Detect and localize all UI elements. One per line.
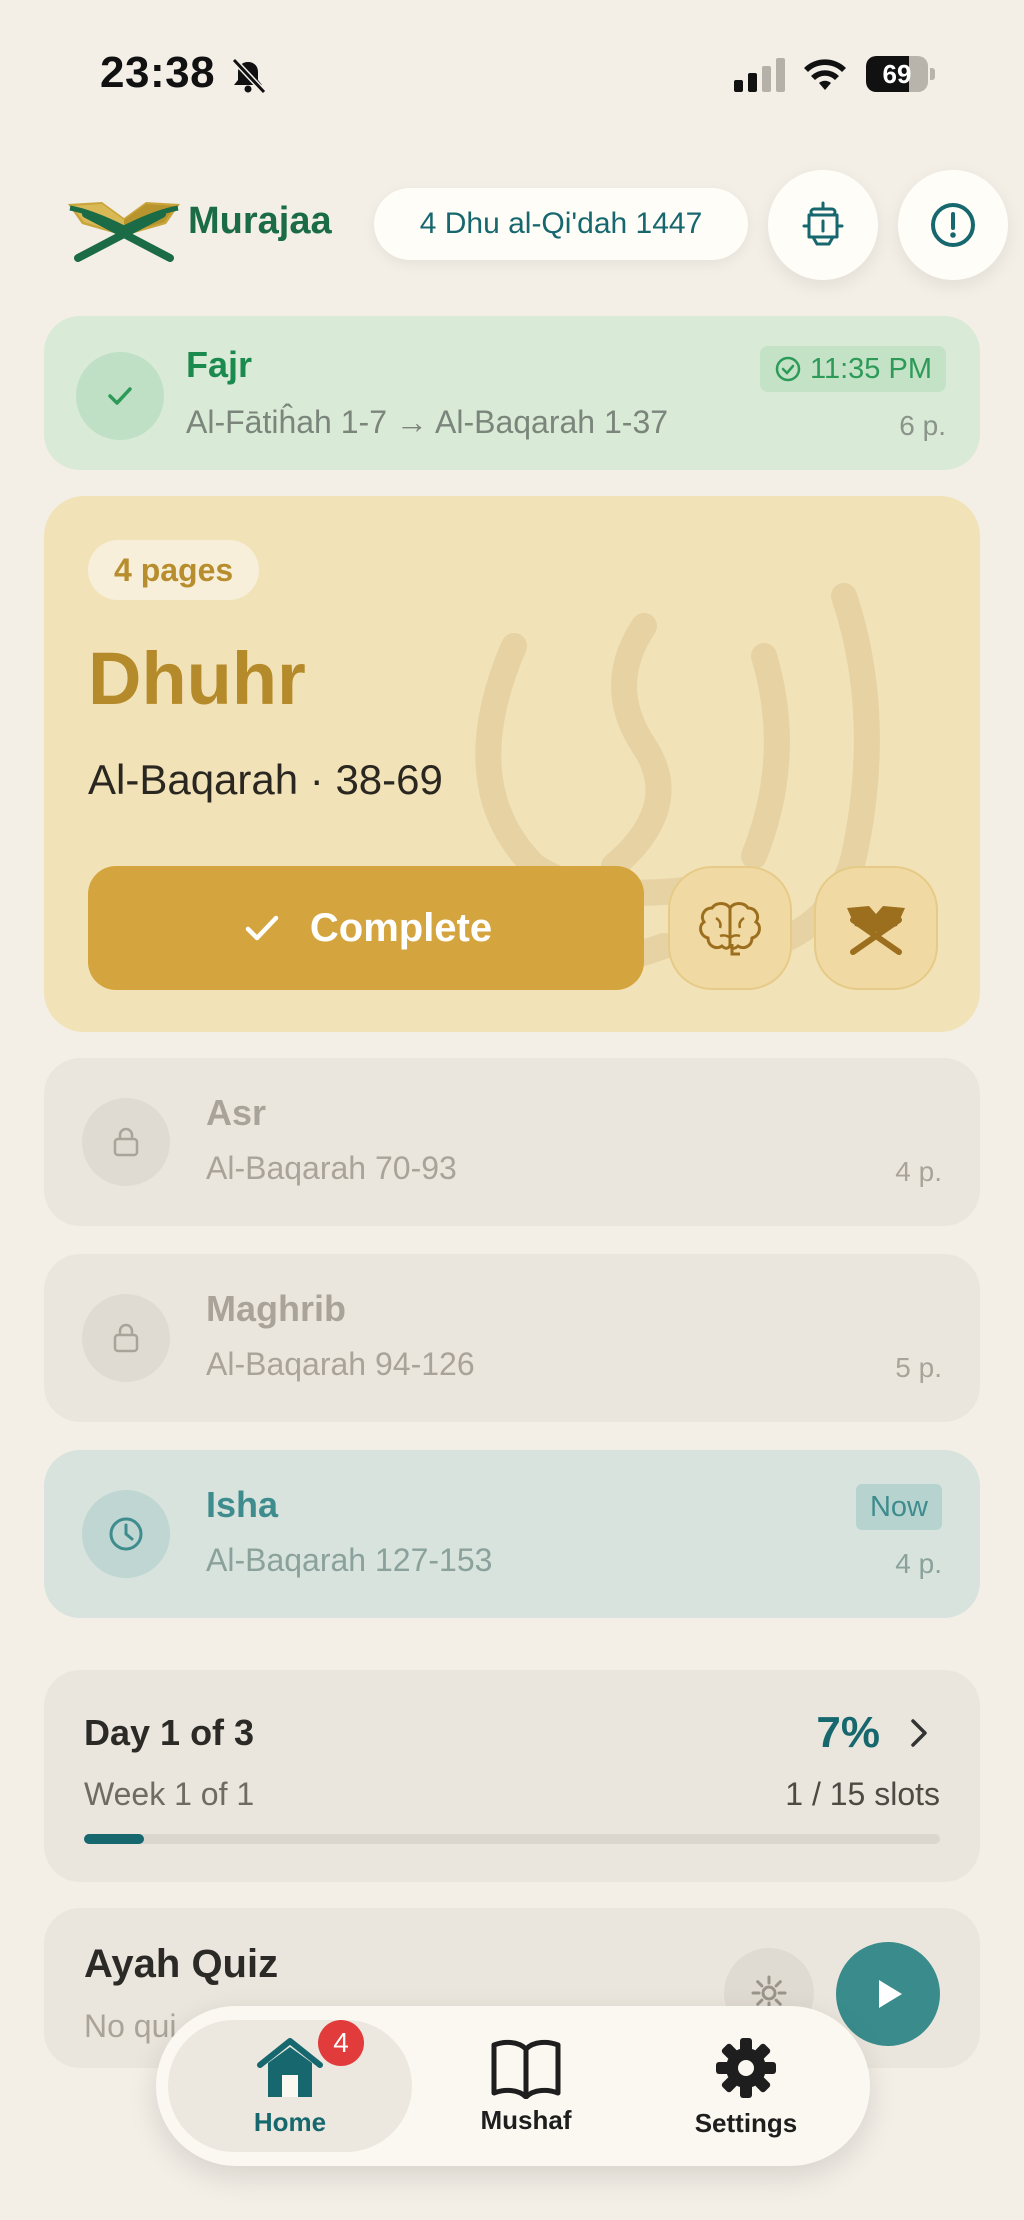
play-icon — [879, 1980, 902, 2008]
nav-settings[interactable]: Settings — [646, 2006, 846, 2166]
nav-mushaf[interactable]: Mushaf — [436, 2006, 616, 2166]
complete-button[interactable]: Complete — [88, 866, 644, 990]
alert-button[interactable] — [898, 170, 1008, 280]
progress-track — [84, 1834, 940, 1844]
notification-count-badge: 4 — [318, 2020, 364, 2066]
prayer-pages: 6 p. — [899, 410, 946, 441]
quiz-play-button[interactable] — [836, 1942, 940, 2046]
prayer-range: Al-Baqarah 127-153 — [206, 1542, 493, 1578]
prayer-row-asr[interactable]: Asr Al-Baqarah 70-93 4 p. — [44, 1058, 980, 1226]
prayer-range: Al-Baqarah 70-93 — [206, 1150, 457, 1186]
active-prayer-name: Dhuhr — [88, 637, 306, 720]
chevron-right-icon — [911, 1719, 927, 1747]
nav-mushaf-label: Mushaf — [480, 2104, 572, 2135]
now-badge: Now — [855, 1484, 942, 1530]
app-name: Murajaa — [188, 200, 332, 242]
progress-percent: 7% — [816, 1708, 880, 1757]
lantern-icon — [802, 201, 844, 246]
check-icon — [245, 915, 279, 941]
active-prayer-card: 4 pages Dhuhr Al-Baqarah · 38-69 Complet… — [44, 496, 980, 1032]
prayer-name: Asr — [206, 1092, 267, 1133]
prayer-row-fajr[interactable]: Fajr Al-Fātiĥah 1-7 → Al-Baqarah 1-37 11… — [44, 316, 980, 470]
bell-muted-icon — [231, 57, 267, 95]
book-open-icon — [491, 2039, 561, 2099]
battery-indicator: 69 — [866, 56, 936, 92]
battery-level: 69 — [882, 59, 912, 89]
alert-icon — [931, 203, 975, 247]
week-progress: Week 1 of 1 — [84, 1776, 255, 1812]
hijri-date-pill[interactable]: 4 Dhu al-Qi'dah 1447 — [374, 188, 748, 260]
active-prayer-range: Al-Baqarah · 38-69 — [88, 756, 443, 803]
gear-icon — [716, 2037, 776, 2098]
plan-progress-card[interactable]: Day 1 of 3 7% Week 1 of 1 1 / 15 slots — [44, 1670, 980, 1882]
day-progress: Day 1 of 3 — [84, 1712, 255, 1753]
bottom-navigation: Home 4 Mushaf Settings — [156, 2006, 870, 2166]
quiz-subtitle: No qui — [84, 2008, 177, 2044]
prayer-row-maghrib[interactable]: Maghrib Al-Baqarah 94-126 5 p. — [44, 1254, 980, 1422]
check-badge — [76, 352, 164, 440]
prayer-pages: 4 p. — [895, 1548, 942, 1579]
prayer-name: Isha — [206, 1484, 279, 1525]
quran-logo-icon — [68, 202, 180, 262]
clock-check-icon — [775, 356, 801, 382]
quran-stand-icon — [847, 906, 905, 955]
complete-label: Complete — [309, 905, 493, 950]
completed-time-badge: 11:35 PM — [760, 346, 946, 392]
lock-badge — [82, 1098, 170, 1186]
home-icon — [257, 2037, 323, 2097]
prayer-row-isha[interactable]: Isha Al-Baqarah 127-153 Now 4 p. — [44, 1450, 980, 1618]
prayer-pages: 4 p. — [895, 1156, 942, 1187]
progress-fill — [84, 1834, 144, 1844]
lock-badge — [82, 1294, 170, 1382]
lock-icon — [113, 1127, 139, 1157]
memorize-button[interactable] — [668, 866, 792, 990]
status-time: 23:38 — [100, 48, 216, 97]
brain-icon — [699, 902, 761, 956]
slots-progress: 1 / 15 slots — [785, 1776, 940, 1812]
cellular-signal-icon — [734, 58, 785, 92]
clock-badge — [82, 1490, 170, 1578]
completed-time: 11:35 PM — [810, 352, 932, 385]
nav-home[interactable]: Home 4 — [168, 2006, 412, 2166]
pages-badge: 4 pages — [88, 540, 260, 600]
open-mushaf-button[interactable] — [814, 866, 938, 990]
nav-settings-label: Settings — [694, 2107, 798, 2138]
prayer-pages: 5 p. — [895, 1352, 942, 1383]
nav-home-label: Home — [253, 2106, 327, 2137]
lantern-button[interactable] — [768, 170, 878, 280]
check-icon — [108, 387, 132, 405]
quiz-title: Ayah Quiz — [84, 1942, 279, 1986]
prayer-name: Fajr — [186, 344, 253, 385]
prayer-name: Maghrib — [206, 1288, 346, 1329]
clock-icon — [109, 1517, 143, 1551]
wifi-icon — [804, 59, 846, 90]
prayer-range: Al-Baqarah 94-126 — [206, 1346, 475, 1382]
prayer-range: Al-Fātiĥah 1-7 → Al-Baqarah 1-37 — [186, 404, 669, 440]
lock-icon — [113, 1323, 139, 1353]
